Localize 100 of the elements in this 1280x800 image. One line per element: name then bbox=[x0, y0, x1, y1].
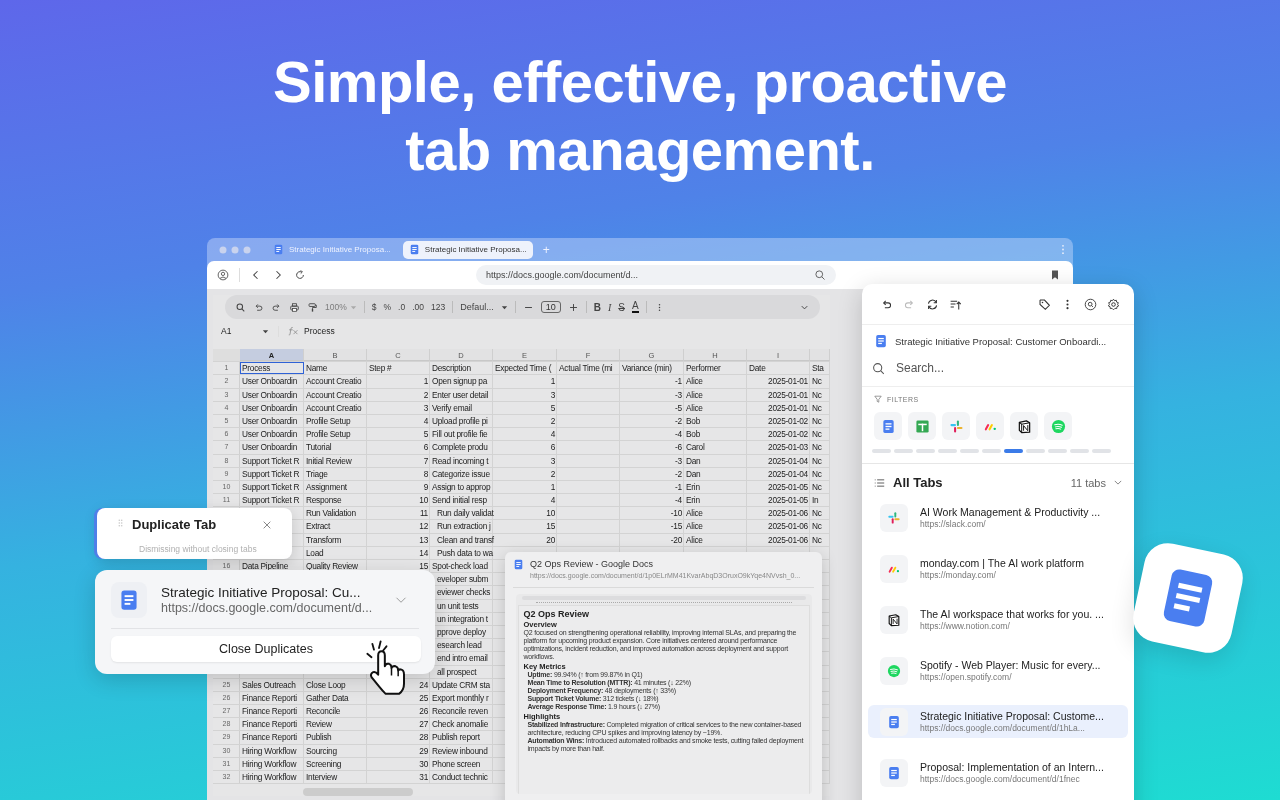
tab-list-item[interactable]: Proposal: Implementation of an Intern... https://docs.google.com/document/d/1fnec bbox=[868, 756, 1128, 789]
font-size-field[interactable]: 10 bbox=[540, 301, 561, 313]
table-cell-text: Load bbox=[305, 546, 325, 559]
table-cell-text: 2 bbox=[549, 467, 556, 480]
table-cell-text: User Onboardin bbox=[241, 414, 299, 428]
profile-icon[interactable] bbox=[217, 269, 229, 281]
plus-icon[interactable] bbox=[567, 301, 579, 313]
close-icon[interactable] bbox=[262, 520, 272, 530]
table-cell-text: Nc bbox=[811, 533, 823, 546]
table-cell-text: 11 bbox=[418, 507, 429, 520]
search-icon[interactable] bbox=[1084, 297, 1097, 311]
more-formats-button[interactable]: 123 bbox=[430, 302, 446, 312]
tab-count-dropdown[interactable]: 11 tabs bbox=[1070, 476, 1106, 489]
table-cell-text: 12 bbox=[418, 520, 429, 533]
decrease-decimals-button[interactable]: .0 bbox=[398, 302, 406, 312]
table-cell-text: Read incoming t bbox=[431, 454, 490, 467]
table-cell-text: -6 bbox=[674, 441, 683, 454]
reload-icon[interactable] bbox=[294, 269, 306, 281]
popup-title: Duplicate Tab bbox=[132, 517, 217, 532]
table-cell-text: 2025-01-06 bbox=[767, 533, 809, 546]
chevron-down-icon[interactable] bbox=[395, 596, 407, 604]
table-cell-text: 30 bbox=[418, 757, 429, 770]
search-icon[interactable] bbox=[814, 269, 826, 281]
table-cell-text: Alice bbox=[685, 388, 704, 401]
headline: Simple, effective, proactive tab management. bbox=[272, 48, 1008, 184]
section-title: All Tabs bbox=[893, 475, 943, 490]
table-cell-text: 4 bbox=[422, 414, 429, 428]
table-cell-text: Triage bbox=[305, 467, 329, 480]
increase-decimals-button[interactable]: .00 bbox=[412, 302, 424, 312]
table-cell-text: Nc bbox=[811, 414, 823, 428]
tab-title: Strategic Initiative Proposa... bbox=[289, 245, 391, 254]
table-cell-text: -2 bbox=[674, 467, 683, 480]
page-indicator[interactable] bbox=[1004, 449, 1023, 453]
currency-format-button[interactable]: $ bbox=[371, 302, 377, 312]
table-cell-text: 2025-01-02 bbox=[767, 414, 809, 428]
table-cell-text: Finance Reporti bbox=[241, 731, 298, 744]
chevron-down-icon[interactable] bbox=[1114, 480, 1122, 485]
table-cell-text: 26 bbox=[418, 705, 429, 718]
filter-button[interactable] bbox=[1010, 412, 1038, 440]
table-cell-text: Hiring Workflow bbox=[241, 744, 298, 757]
table-cell-text: Verify email bbox=[431, 401, 473, 414]
table-cell-text: Account Creatio bbox=[305, 375, 363, 388]
table-cell-text: 2025-01-01 bbox=[767, 388, 809, 401]
paint-roller-icon[interactable] bbox=[307, 301, 318, 313]
table-cell-text: Close Loop bbox=[305, 678, 347, 691]
print-icon[interactable] bbox=[289, 301, 300, 313]
tab-list-item[interactable]: The AI workspace that works for you. ... https://www.notion.com/ bbox=[868, 603, 1128, 636]
table-cell-text: Support Ticket R bbox=[241, 494, 301, 507]
table-cell-text: -5 bbox=[674, 401, 683, 414]
bookmark-icon[interactable] bbox=[1049, 269, 1061, 281]
address-bar[interactable]: https://docs.google.com/document/d... bbox=[476, 265, 836, 285]
table-cell-text: Hiring Workflow bbox=[241, 771, 298, 784]
font-select[interactable]: Defaul... bbox=[460, 302, 494, 312]
caret-icon[interactable] bbox=[500, 303, 508, 311]
bold-button[interactable]: B bbox=[593, 301, 601, 313]
table-cell-text: 2025-01-04 bbox=[767, 467, 809, 480]
table-cell-text: Push data to wa bbox=[436, 546, 493, 559]
tab-url: https://docs.google.com/document/d/1fnec bbox=[920, 774, 1081, 784]
formula-field[interactable]: Process bbox=[304, 326, 335, 336]
table-cell-text: 5 bbox=[549, 401, 556, 414]
table-cell-text: Alice bbox=[685, 520, 704, 533]
table-cell-text: Name bbox=[305, 362, 329, 375]
table-cell-text: Export monthly r bbox=[431, 691, 490, 705]
table-cell-text: Alice bbox=[685, 533, 704, 546]
table-cell-text: Profile Setup bbox=[305, 428, 352, 441]
table-cell-text: un unit tests bbox=[436, 599, 480, 612]
percent-format-button[interactable]: % bbox=[383, 302, 392, 312]
table-cell-text: Publish bbox=[305, 731, 333, 744]
tab-list-item[interactable]: Spotify - Web Player: Music for every... https://open.spotify.com/ bbox=[868, 654, 1128, 687]
filter-icon bbox=[874, 395, 882, 403]
tab-list-item[interactable]: AI Work Management & Productivity ... https://slack.com/ bbox=[868, 501, 1128, 534]
tag-icon[interactable] bbox=[1038, 297, 1051, 311]
redo-icon[interactable] bbox=[271, 301, 282, 313]
search-icon[interactable] bbox=[235, 301, 246, 313]
close-duplicates-button[interactable]: Close Duplicates bbox=[111, 636, 421, 662]
table-cell-text: Nc bbox=[811, 520, 823, 533]
text-color-button[interactable]: A bbox=[631, 301, 639, 313]
browser-tab[interactable]: Strategic Initiative Proposa... bbox=[402, 240, 533, 259]
search-field[interactable]: Search... bbox=[894, 360, 1098, 376]
tab-list-item[interactable]: monday.com | The AI work platform https://monday.com/ bbox=[868, 552, 1128, 585]
table-cell-text: -4 bbox=[674, 494, 683, 507]
caret-icon[interactable] bbox=[262, 327, 269, 335]
settings-icon[interactable] bbox=[1107, 297, 1120, 311]
italic-button[interactable]: I bbox=[607, 301, 612, 313]
tab-list-item[interactable]: Strategic Initiative Proposal: Custome... https://docs.google.com/document/d/1hLa... bbox=[868, 705, 1128, 738]
table-cell-text: Nc bbox=[811, 454, 823, 467]
table-cell-text: Send initial resp bbox=[431, 494, 488, 507]
name-box[interactable]: A1 bbox=[221, 326, 261, 336]
horizontal-scrollbar[interactable] bbox=[303, 788, 413, 797]
refresh-icon[interactable] bbox=[926, 297, 939, 311]
drag-handle-icon[interactable] bbox=[118, 519, 123, 527]
table-cell-text: Account Creatio bbox=[305, 388, 363, 401]
tab-url: https://www.notion.com/ bbox=[920, 621, 1011, 631]
strikethrough-button[interactable]: S bbox=[618, 301, 625, 313]
table-cell-text: 1 bbox=[549, 480, 556, 494]
table-cell-text: Dan bbox=[685, 454, 702, 467]
table-cell-text: -4 bbox=[674, 428, 683, 441]
table-cell-text: 2025-01-01 bbox=[767, 375, 809, 388]
tab-title: The AI workspace that works for you. ... bbox=[920, 608, 1104, 620]
table-cell-text: Phone screen bbox=[431, 757, 482, 770]
